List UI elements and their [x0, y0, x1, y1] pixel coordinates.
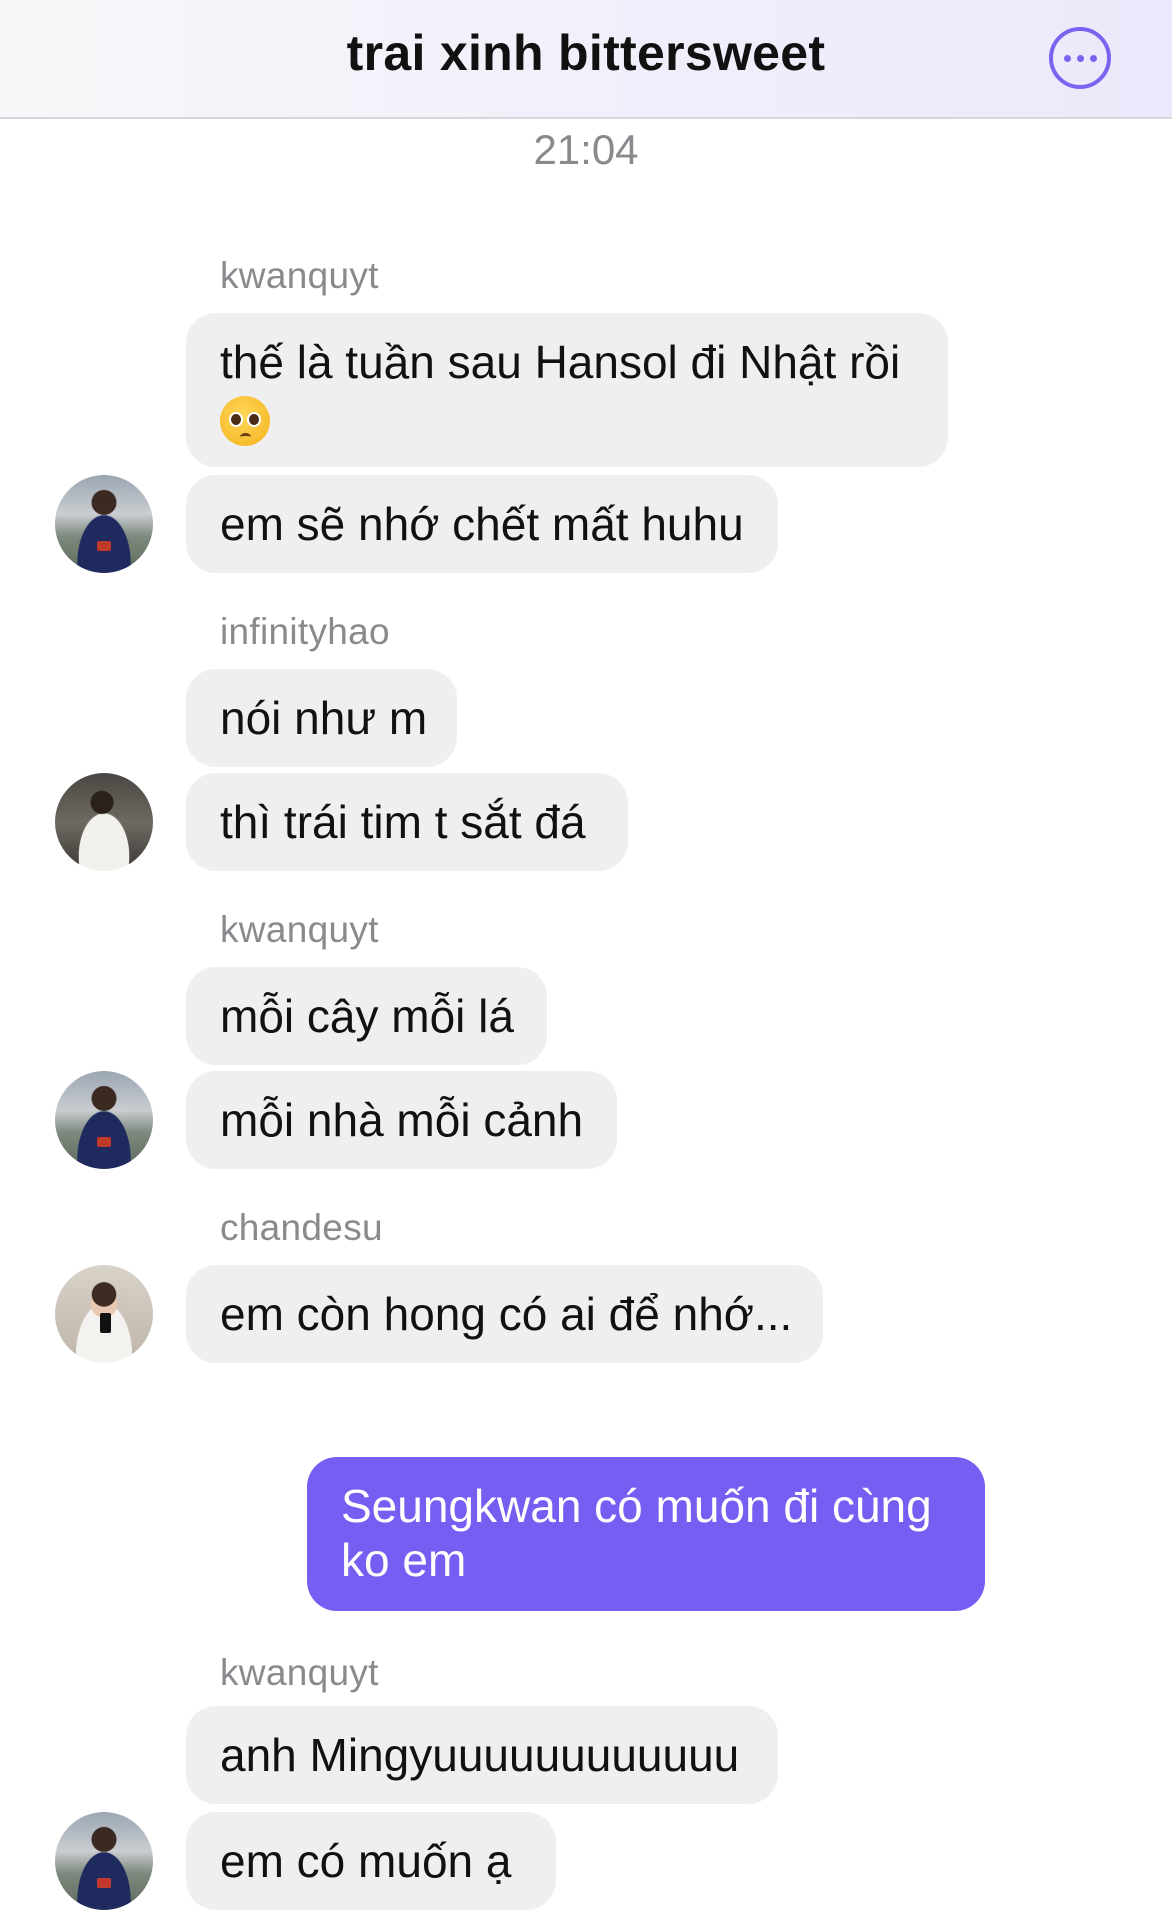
more-dot [1076, 54, 1084, 62]
message-bubble[interactable]: em sẽ nhớ chết mất huhu [186, 475, 778, 573]
message-text: nói như m [220, 692, 428, 744]
avatar-infinityhao[interactable] [55, 773, 153, 871]
message-bubble[interactable]: em còn hong có ai để nhớ... [186, 1265, 823, 1363]
avatar-chandesu[interactable] [55, 1265, 153, 1363]
message-text: em có muốn ạ [220, 1835, 512, 1887]
chat-header: trai xinh bittersweet [0, 0, 1172, 119]
avatar-kwanquyt[interactable] [55, 475, 153, 573]
pleading-face-emoji-icon [220, 395, 270, 446]
message-bubble[interactable]: thế là tuần sau Hansol đi Nhật rồi [186, 313, 948, 467]
message-bubble[interactable]: thì trái tim t sắt đá [186, 773, 628, 871]
message-text: Seungkwan có muốn đi cùng ko em [341, 1480, 932, 1586]
message-bubble[interactable]: mỗi nhà mỗi cảnh [186, 1071, 617, 1169]
sender-name: chandesu [220, 1207, 383, 1248]
more-dot [1089, 54, 1097, 62]
sender-name: infinityhao [220, 611, 390, 652]
message-text: thế là tuần sau Hansol đi Nhật rồi [220, 336, 901, 388]
message-bubble[interactable]: em có muốn ạ [186, 1812, 556, 1910]
more-options-icon[interactable] [1049, 27, 1111, 89]
chat-title: trai xinh bittersweet [346, 25, 826, 81]
more-dot [1063, 54, 1071, 62]
avatar-kwanquyt[interactable] [55, 1812, 153, 1910]
message-text: anh Mingyuuuuuuuuuuuu [220, 1729, 740, 1781]
message-text: thì trái tim t sắt đá [220, 796, 586, 848]
message-text: mỗi cây mỗi lá [220, 990, 514, 1042]
message-text: em còn hong có ai để nhớ... [220, 1288, 793, 1340]
avatar-kwanquyt[interactable] [55, 1071, 153, 1169]
message-bubble[interactable]: mỗi cây mỗi lá [186, 967, 547, 1065]
message-bubble[interactable]: nói như m [186, 669, 457, 767]
chat-timestamp: 21:04 [533, 126, 639, 173]
sender-name: kwanquyt [220, 909, 379, 950]
message-text: em sẽ nhớ chết mất huhu [220, 498, 744, 550]
message-bubble[interactable]: anh Mingyuuuuuuuuuuuu [186, 1706, 778, 1804]
sender-name: kwanquyt [220, 255, 379, 296]
outgoing-message-bubble[interactable]: Seungkwan có muốn đi cùng ko em [307, 1457, 985, 1611]
message-text: mỗi nhà mỗi cảnh [220, 1094, 584, 1146]
sender-name: kwanquyt [220, 1652, 379, 1693]
